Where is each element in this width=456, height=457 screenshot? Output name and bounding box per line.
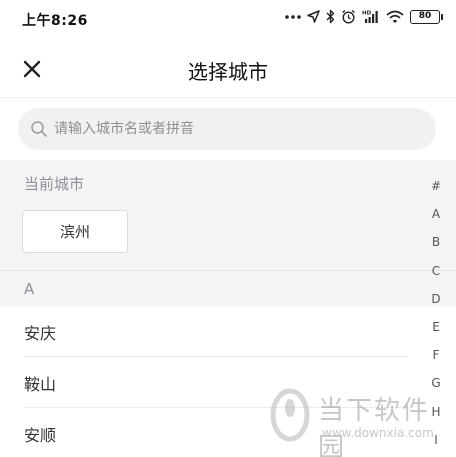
network-badge: HD bbox=[362, 11, 372, 17]
index-letter-i[interactable]: I bbox=[434, 426, 438, 454]
index-letter-e[interactable]: E bbox=[432, 313, 440, 341]
signal-icon: HD bbox=[362, 11, 378, 23]
current-city-button[interactable]: 滨州 bbox=[22, 210, 128, 253]
city-name: 安顺 bbox=[24, 425, 57, 445]
city-list-item[interactable]: 安顺 bbox=[0, 408, 420, 457]
title-bar: 选择城市 bbox=[0, 36, 456, 98]
alarm-icon bbox=[342, 9, 355, 24]
index-letter-f[interactable]: F bbox=[433, 341, 440, 369]
city-list: 安庆 鞍山 安顺 bbox=[0, 306, 420, 457]
index-letter-hash[interactable]: # bbox=[431, 172, 441, 200]
section-divider bbox=[0, 270, 456, 271]
battery-icon: 80 bbox=[410, 9, 443, 24]
index-letter-d[interactable]: D bbox=[431, 285, 440, 313]
search-icon bbox=[31, 121, 47, 137]
index-letter-b[interactable]: B bbox=[432, 228, 440, 256]
battery-level: 80 bbox=[418, 11, 432, 21]
index-letter-h[interactable]: H bbox=[431, 398, 440, 426]
search-input[interactable] bbox=[54, 121, 414, 137]
status-icons: HD 80 bbox=[285, 9, 443, 24]
search-bar[interactable] bbox=[18, 108, 436, 150]
current-city-label: 当前城市 bbox=[24, 175, 85, 193]
status-bar: 上午8:26 HD 80 bbox=[0, 0, 456, 36]
location-arrow-icon bbox=[307, 10, 320, 23]
status-time: 上午8:26 bbox=[22, 13, 88, 29]
city-list-item[interactable]: 安庆 bbox=[0, 306, 420, 357]
current-city-section: 当前城市 滨州 A bbox=[0, 160, 456, 306]
city-name: 鞍山 bbox=[24, 374, 57, 394]
section-header-letter: A bbox=[24, 280, 35, 298]
index-letter-c[interactable]: C bbox=[432, 257, 440, 285]
wifi-icon bbox=[386, 10, 404, 23]
index-letter-g[interactable]: G bbox=[431, 369, 440, 397]
bluetooth-icon bbox=[326, 9, 335, 24]
city-name: 安庆 bbox=[24, 323, 57, 343]
index-letter-a[interactable]: A bbox=[432, 200, 440, 228]
alphabet-index-bar[interactable]: # A B C D E F G H I bbox=[426, 172, 446, 454]
more-dots-icon bbox=[285, 14, 301, 19]
city-list-item[interactable]: 鞍山 bbox=[0, 357, 420, 408]
page-title: 选择城市 bbox=[188, 60, 268, 84]
